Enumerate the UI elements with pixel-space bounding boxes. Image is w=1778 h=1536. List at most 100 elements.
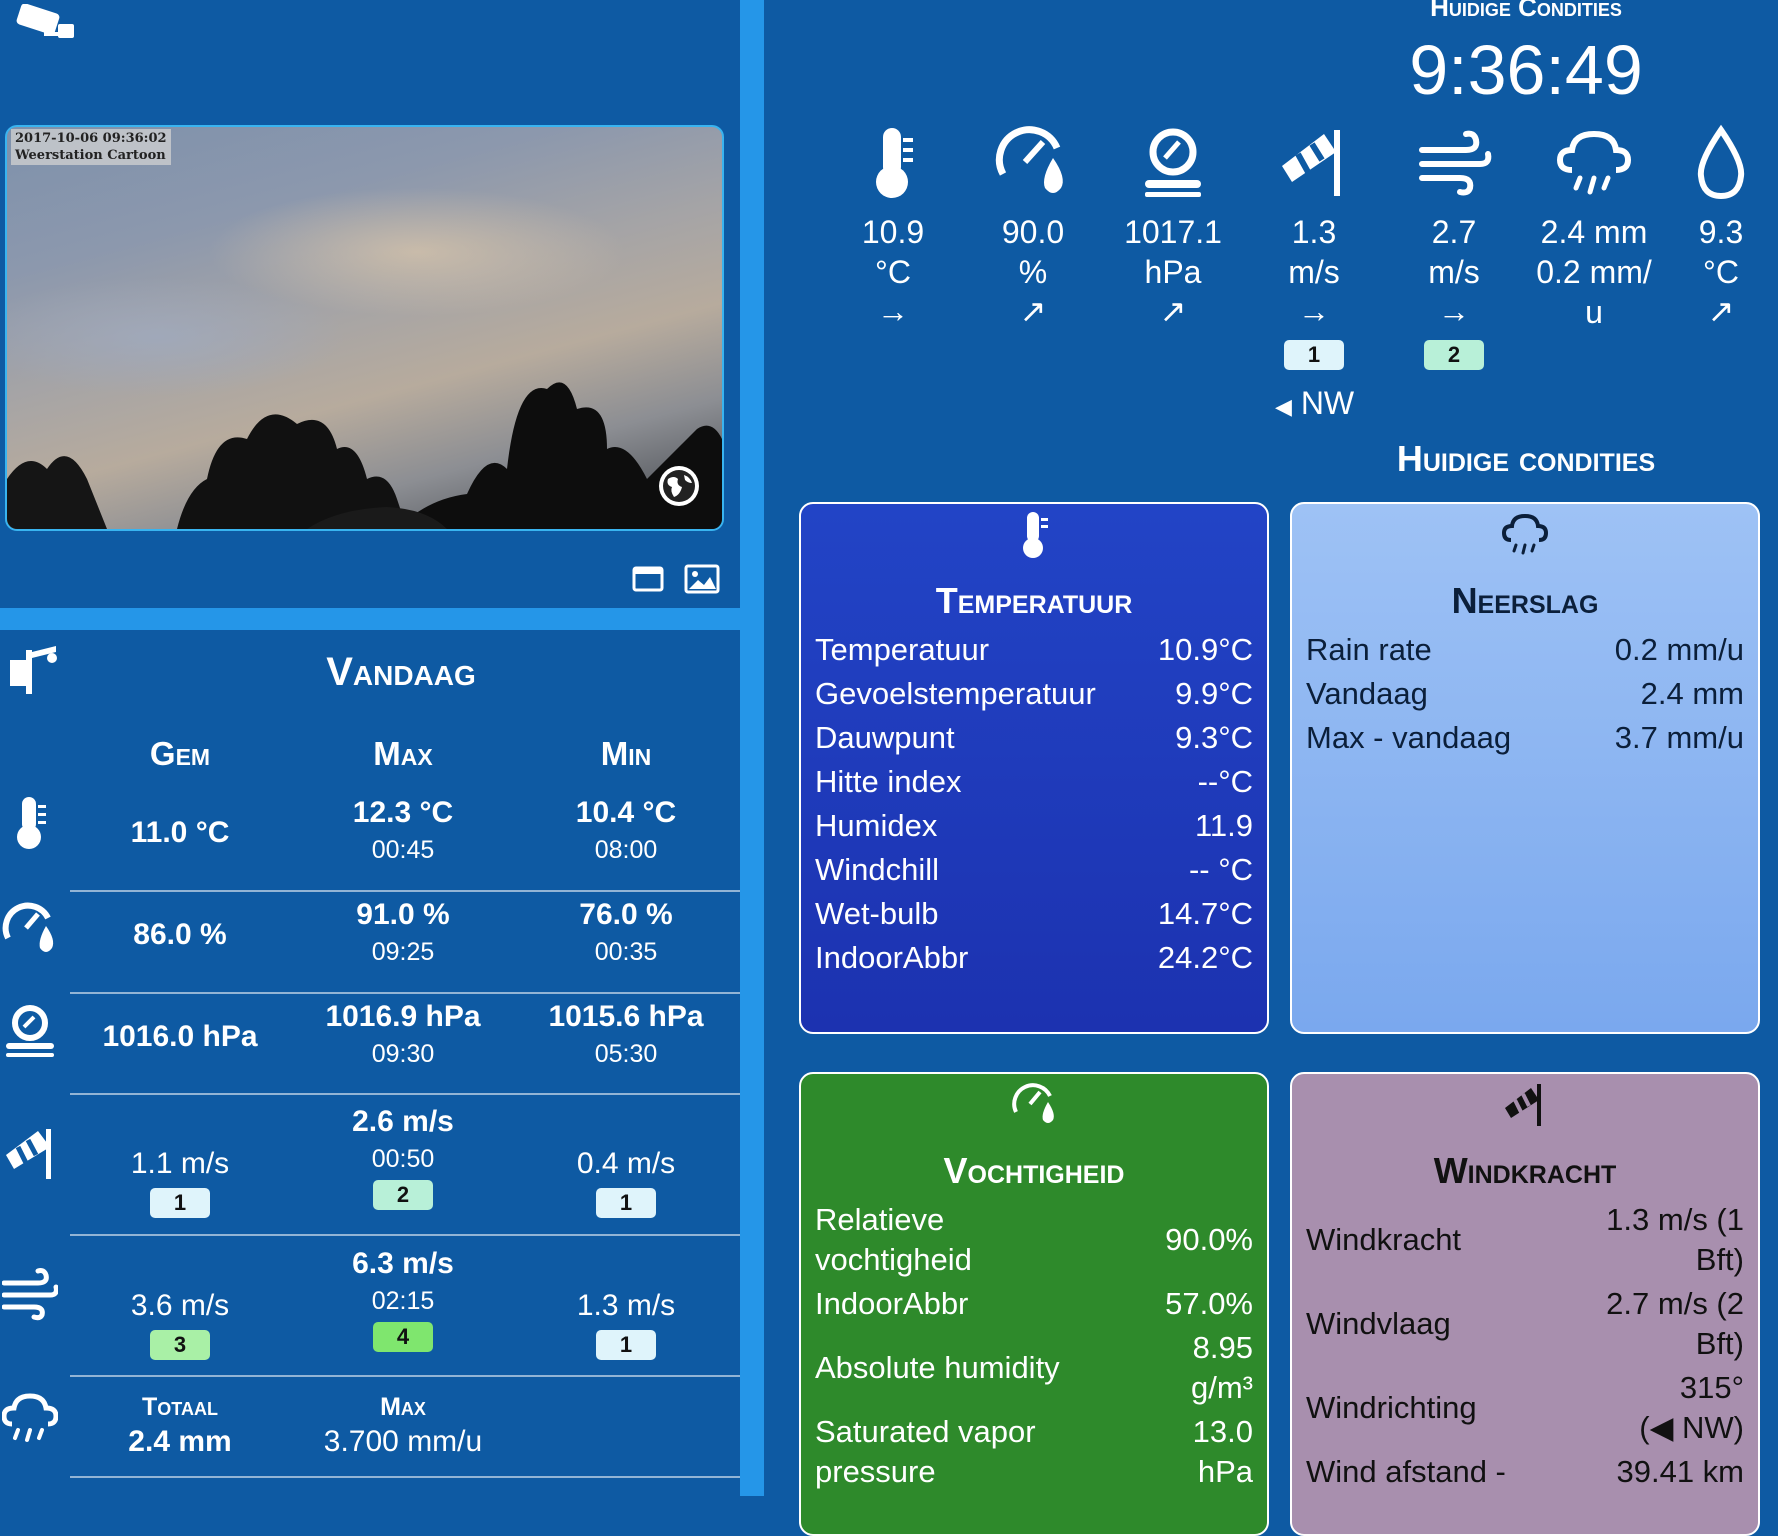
hum-max-time: 09:25 — [371, 938, 435, 966]
rain-total-label: Totaal — [142, 1393, 218, 1421]
current-rain: 2.4 mm 0.2 mm/ u — [1524, 122, 1664, 332]
trend-icon: ↗ — [1707, 293, 1735, 329]
window-icon[interactable] — [632, 566, 664, 592]
wind-gust-icon — [2, 1268, 58, 1321]
current-dewpoint: 9.3 °C ↗ — [1664, 122, 1778, 330]
row-value: 90.0% — [1165, 1222, 1253, 1257]
barometer-icon — [6, 1005, 54, 1057]
press-max-value: 1016.9 hPa — [325, 1000, 481, 1033]
row-divider — [70, 1234, 740, 1236]
hum-min-time: 00:35 — [594, 938, 658, 966]
row-divider — [70, 890, 740, 892]
wind-min-value: 0.4 m/s — [576, 1147, 676, 1180]
row-label: Wind afstand - — [1306, 1454, 1506, 1489]
current-dew-unit: °C — [1703, 254, 1739, 290]
row-label: Windchill — [815, 852, 940, 887]
row-label: Relatieve vochtigheid — [815, 1202, 972, 1277]
barometer-icon — [1145, 128, 1201, 197]
row-value: 24.2°C — [1157, 940, 1253, 975]
row-label: Windrichting — [1306, 1390, 1477, 1425]
temp-max: 12.3 °C 00:45 — [293, 793, 513, 867]
current-wind-value: 1.3 — [1291, 214, 1337, 250]
temp-avg-value: 11.0 °C — [130, 816, 230, 849]
temp-min-value: 10.4 °C — [575, 796, 677, 829]
humidity-table: Relatieve vochtigheid 90.0% IndoorAbbr 57.… — [801, 1198, 1267, 1494]
row-label: Absolute humidity — [815, 1350, 1060, 1385]
row-value-line: Bft) — [1695, 1326, 1744, 1361]
current-press-unit: hPa — [1144, 254, 1202, 290]
row-label: Windkracht — [1306, 1222, 1462, 1257]
rain-table: Rain rate 0.2 mm/u Vandaag 2.4 mm Max - va… — [1292, 628, 1758, 760]
webcam-icon — [16, 4, 74, 38]
current-dew-value: 9.3 — [1698, 214, 1744, 250]
row-label: Gevoelstemperatuur — [815, 676, 1096, 711]
gust-min-value: 1.3 m/s — [576, 1289, 676, 1322]
column-divider — [740, 0, 764, 1496]
thermometer-icon — [876, 128, 913, 198]
press-min-value: 1015.6 hPa — [548, 1000, 704, 1033]
webcam-image[interactable]: 2017-10-06 09:36:02 Weerstation Cartoon — [5, 125, 724, 531]
bft-badge: 3 — [150, 1330, 210, 1360]
row-divider — [70, 1476, 740, 1478]
gust-max-time: 02:15 — [371, 1287, 435, 1315]
row-value-line: (◀ NW) — [1639, 1410, 1744, 1445]
webcam-timestamp: 2017-10-06 09:36:02 — [15, 131, 167, 146]
current-wind-unit: m/s — [1288, 254, 1340, 290]
table-row: Relatieve vochtigheid 90.0% — [801, 1198, 1267, 1282]
table-row: Gevoelstemperatuur 9.9°C — [801, 672, 1267, 716]
temp-max-value: 12.3 °C — [352, 796, 454, 829]
windsock-icon — [1282, 130, 1340, 196]
weather-station-icon — [10, 646, 57, 694]
row-value: 3.7 mm/u — [1614, 720, 1744, 755]
rain-max: Max 3.700 mm/u — [293, 1392, 513, 1462]
temperature-panel-title: Temperatuur — [935, 580, 1133, 621]
row-label: Dauwpunt — [815, 720, 955, 755]
table-row: Max - vandaag 3.7 mm/u — [1292, 716, 1758, 760]
conditions-header: Huidige Condities — [1430, 0, 1622, 22]
row-label: Vandaag — [1306, 676, 1428, 711]
image-icon[interactable] — [684, 564, 720, 594]
clock: 9:36:49 — [1409, 31, 1643, 109]
current-pressure: 1017.1 hPa ↗ — [1103, 122, 1243, 330]
bft-badge: 4 — [373, 1322, 433, 1352]
press-avg: 1016.0 hPa — [70, 1017, 290, 1057]
row-divider — [70, 992, 740, 994]
row-label: IndoorAbbr — [815, 940, 969, 975]
trend-icon: → — [1298, 293, 1330, 329]
bft-badge: 2 — [373, 1180, 433, 1210]
row-value: 315° (◀ NW) — [1562, 1366, 1758, 1450]
row-label: Hitte index — [815, 764, 962, 799]
wind-avg: 1.1 m/s 1 — [70, 1144, 290, 1218]
gust-max-value: 6.3 m/s — [352, 1247, 454, 1280]
trend-icon: → — [877, 293, 909, 329]
row-value-line: 2.7 m/s (2 — [1606, 1286, 1744, 1321]
current-temp-unit: °C — [875, 254, 911, 290]
current-rain-rate: 0.2 mm/ — [1536, 254, 1652, 290]
row-label: Humidex — [815, 808, 938, 843]
current-press-value: 1017.1 — [1124, 214, 1222, 250]
row-value: -- °C — [1188, 852, 1253, 887]
hum-avg: 86.0 % — [70, 915, 290, 955]
rain-panel: Neerslag Rain rate 0.2 mm/u Vandaag 2.4 mm… — [1290, 502, 1760, 1034]
rain-cloud-icon — [1501, 513, 1549, 555]
today-title: Vandaag — [326, 650, 476, 694]
webcam-stamp: 2017-10-06 09:36:02 Weerstation Cartoon — [11, 129, 171, 165]
row-value: 11.9 — [1194, 808, 1253, 843]
header-max: Max — [373, 735, 433, 772]
thermometer-icon — [1023, 512, 1048, 558]
thermometer-icon — [17, 797, 46, 849]
row-divider — [70, 1093, 740, 1095]
humidity-gauge-icon — [995, 126, 1063, 193]
temp-min-time: 08:00 — [594, 836, 658, 864]
globe-icon[interactable] — [658, 465, 700, 507]
press-min: 1015.6 hPa 05:30 — [516, 997, 736, 1071]
wind-max-time: 00:50 — [371, 1145, 435, 1173]
wind-table: Windkracht 1.3 m/s (1 Bft) Windvlaag 2.7 m/… — [1292, 1198, 1758, 1494]
droplet-icon — [1697, 124, 1745, 200]
row-value: 10.9°C — [1157, 632, 1253, 667]
row-value: 14.7°C — [1157, 896, 1253, 931]
table-row: Wet-bulb 14.7°C — [801, 892, 1267, 936]
table-row: Humidex 11.9 — [801, 804, 1267, 848]
row-label: Temperatuur — [815, 632, 990, 667]
temp-min: 10.4 °C 08:00 — [516, 793, 736, 867]
